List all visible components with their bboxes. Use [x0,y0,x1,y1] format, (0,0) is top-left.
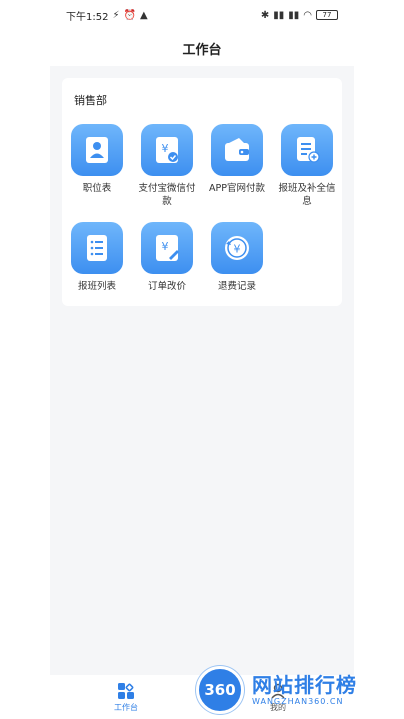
person-icon [71,124,123,176]
watermark-badge: 360 [196,665,244,714]
grid-item-order-price-change[interactable]: ¥ 订单改价 [132,222,202,314]
signal-icon: ▮▮ [273,9,285,21]
section-title: 销售部 [74,94,107,107]
grid-item-refund-records[interactable]: ¥ 退费记录 [202,222,272,314]
grid-item-alipay-wechat-payment[interactable]: ¥ 支付宝微信付款 [132,124,202,216]
wallet-icon [211,124,263,176]
status-bar: 下午1:52 ⚡ ⏰ ▲ ✱ ▮▮ ▮▮ ◠ 77 [50,0,354,30]
grid-item-label: 报班列表 [77,281,116,292]
grid-item-label: 订单改价 [147,281,186,292]
watermark-url: WANGZHAN360.CN [252,697,344,706]
list-icon [71,222,123,274]
grid-item-enrollment-list[interactable]: 报班列表 [62,222,132,314]
watermark-logo: 360 网站排行榜 WANGZHAN360.CN [196,660,404,719]
grid-item-label: APP官网付款 [209,183,265,194]
grid-item-label: 退费记录 [217,281,256,292]
wifi-icon: ◠ [303,9,312,21]
grid-item-label: 报班及补全信息 [278,183,336,207]
grid-icon [118,682,134,699]
tab-label: 工作台 [114,702,138,712]
yuan-edit-icon: ¥ [141,222,193,274]
alarm-icon: ⏰ [123,9,136,21]
grid-item-app-official-payment[interactable]: APP官网付款 [202,124,272,216]
svg-text:¥: ¥ [162,240,169,253]
svg-text:¥: ¥ [234,243,241,256]
status-time: 下午1:52 [66,11,109,23]
page-title: 工作台 [182,42,222,58]
department-card: 销售部 职位表 ¥ 支付宝微信付款 APP官网付款 报班及补全信息 报班列表 ¥… [62,78,342,306]
notification-icon: ▲ [139,9,148,21]
yuan-refund-icon: ¥ [211,222,263,274]
yuan-check-icon: ¥ [141,124,193,176]
grid-item-position-table[interactable]: 职位表 [62,124,132,216]
grid-item-enroll-complete-info[interactable]: 报班及补全信息 [272,124,342,216]
document-add-icon [281,124,333,176]
svg-text:¥: ¥ [162,142,169,155]
signal-icon-2: ▮▮ [288,9,300,21]
function-grid: 职位表 ¥ 支付宝微信付款 APP官网付款 报班及补全信息 报班列表 ¥ 订单改… [62,124,342,314]
vibrate-icon: ⚡ [112,9,120,21]
bluetooth-icon: ✱ [260,9,270,21]
watermark-title: 网站排行榜 [252,673,357,697]
grid-item-label: 职位表 [82,183,112,194]
tab-workbench[interactable]: 工作台 [50,675,202,719]
nav-bar: 工作台 [50,30,354,66]
phone-screen: 下午1:52 ⚡ ⏰ ▲ ✱ ▮▮ ▮▮ ◠ 77 工作台 销售部 职位表 ¥ … [50,0,354,719]
grid-item-label: 支付宝微信付款 [138,183,196,207]
battery-icon: 77 [316,10,338,20]
